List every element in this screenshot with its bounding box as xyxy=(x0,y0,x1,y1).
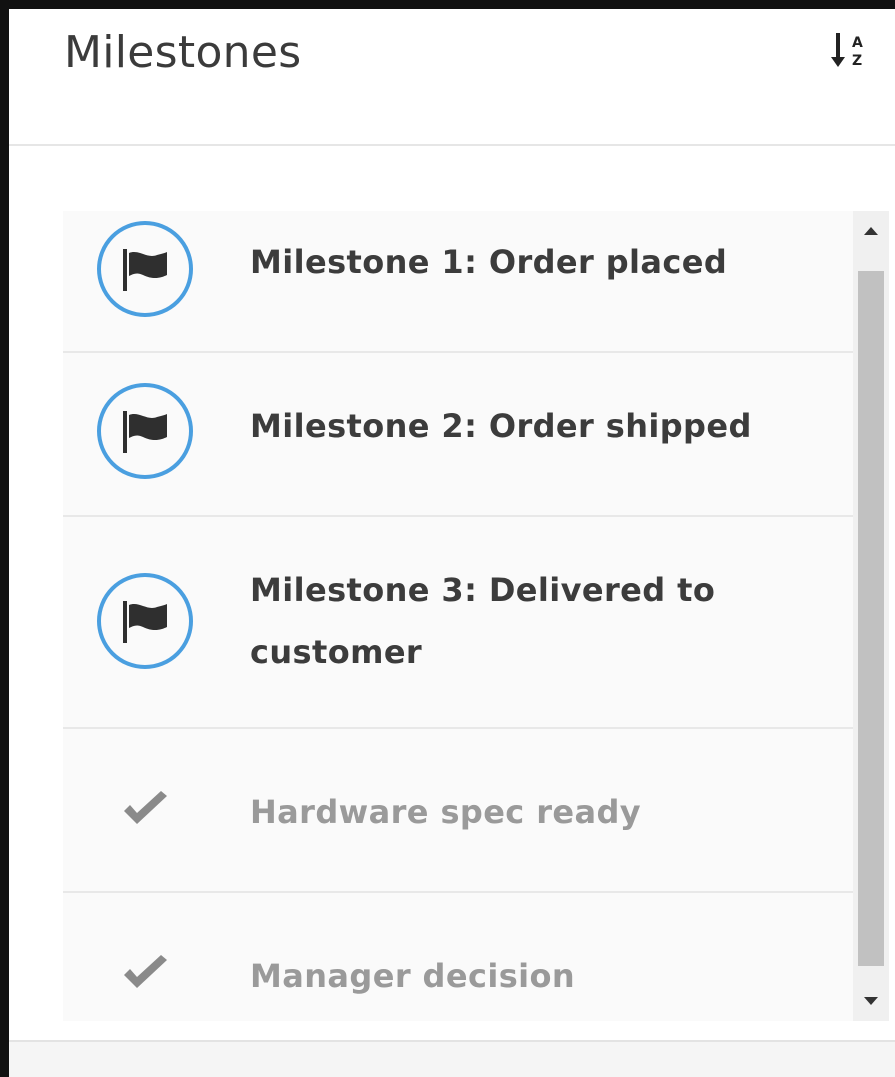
milestone-label: Milestone 3: Delivered to customer xyxy=(250,571,716,671)
flag-icon xyxy=(123,411,167,453)
flag-icon xyxy=(123,601,167,643)
milestone-icon xyxy=(97,573,193,669)
sort-button[interactable]: A Z xyxy=(831,27,875,77)
scroll-down-button[interactable] xyxy=(853,981,889,1021)
list-item[interactable]: Milestone 3: Delivered to customer xyxy=(63,517,853,729)
panel-footer xyxy=(9,1040,895,1077)
milestone-list-container: Milestone 1: Order placed Milestone 2: O… xyxy=(63,211,889,1021)
list-item[interactable]: Manager decision xyxy=(63,893,853,1021)
check-icon xyxy=(124,955,167,988)
panel-title: Milestones xyxy=(64,27,302,78)
milestone-label: Hardware spec ready xyxy=(250,793,642,831)
milestone-icon xyxy=(97,221,193,317)
svg-text:A: A xyxy=(852,35,863,51)
list-item[interactable]: Milestone 2: Order shipped xyxy=(63,353,853,517)
scroll-up-button[interactable] xyxy=(853,211,889,251)
scroll-down-arrow-icon xyxy=(864,997,878,1005)
panel-header: Milestones A Z xyxy=(9,9,895,146)
milestone-label: Manager decision xyxy=(250,957,576,995)
milestone-label: Milestone 1: Order placed xyxy=(250,243,728,281)
svg-text:Z: Z xyxy=(852,53,862,69)
flag-icon xyxy=(123,249,167,291)
milestones-panel: Milestones A Z Milestone 1: Order placed… xyxy=(0,0,895,1077)
scroll-up-arrow-icon xyxy=(864,227,878,235)
milestone-list: Milestone 1: Order placed Milestone 2: O… xyxy=(63,211,853,1021)
sort-alpha-asc-icon: A Z xyxy=(831,33,863,69)
milestone-icon xyxy=(97,383,193,479)
check-icon xyxy=(124,791,167,824)
scrollbar[interactable] xyxy=(853,211,889,1021)
list-item[interactable]: Milestone 1: Order placed xyxy=(63,211,853,353)
milestone-label: Milestone 2: Order shipped xyxy=(250,407,752,445)
scroll-thumb[interactable] xyxy=(858,271,884,966)
list-item[interactable]: Hardware spec ready xyxy=(63,729,853,893)
